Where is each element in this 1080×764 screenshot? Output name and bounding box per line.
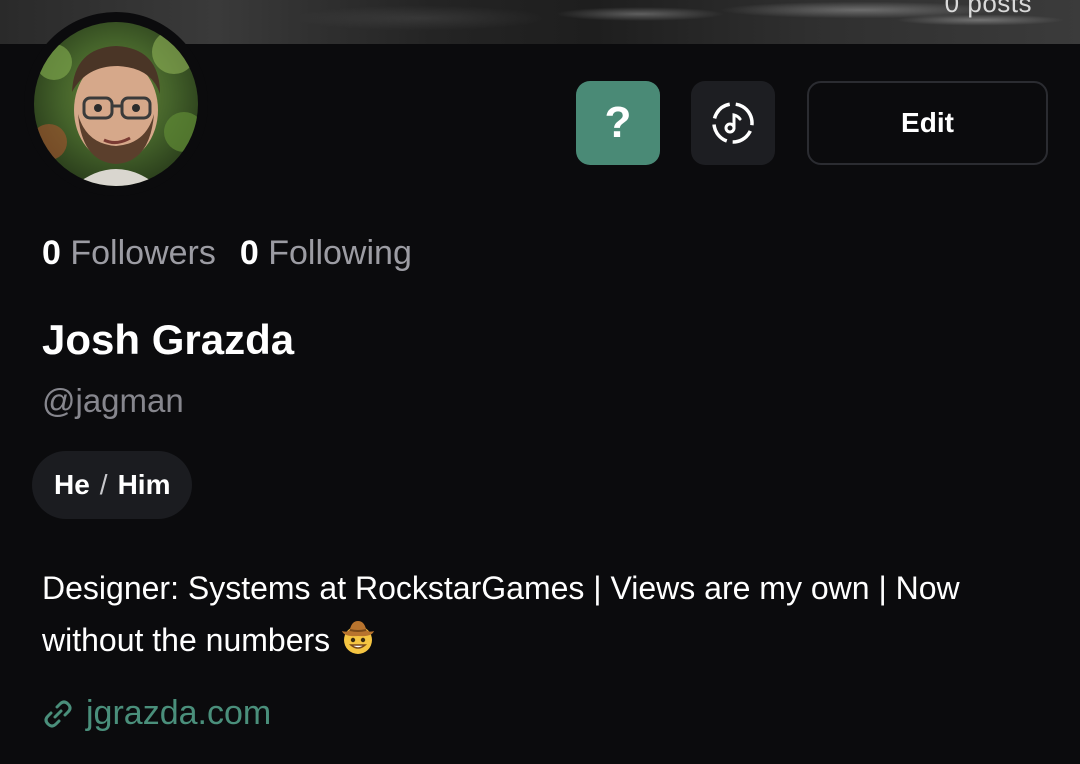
user-handle: @jagman (42, 382, 184, 419)
website-link[interactable]: jgrazda.com (42, 694, 271, 733)
pronoun-subject: He (54, 469, 90, 500)
follow-stats: 0 Followers 0 Following (42, 234, 412, 273)
display-name: Josh Grazda (42, 316, 295, 363)
avatar-photo (34, 22, 198, 186)
followers-link[interactable]: 0 Followers (42, 234, 216, 273)
question-mark-icon: ? (604, 98, 632, 147)
edit-button-label: Edit (901, 107, 954, 138)
pronouns-chip: He / Him (32, 451, 193, 519)
help-button[interactable]: ? (576, 81, 660, 165)
followers-label: Followers (70, 234, 216, 272)
following-count: 0 (239, 234, 259, 272)
profile-page: 0 posts ? Edit 0 Followers 0 Following J… (0, 0, 1080, 764)
pronoun-object: Him (117, 469, 171, 500)
avatar[interactable] (24, 12, 208, 196)
website-url: jgrazda.com (86, 694, 272, 732)
profile-bio: Designer: Systems at RockstarGames | Vie… (42, 562, 1052, 672)
edit-profile-button[interactable]: Edit (807, 81, 1048, 165)
link-icon (44, 700, 72, 727)
bio-text: Designer: Systems at RockstarGames | Vie… (42, 570, 960, 658)
pronoun-separator: / (99, 469, 108, 500)
music-button[interactable] (691, 81, 775, 165)
followers-count: 0 (42, 234, 61, 272)
music-disc-icon (712, 102, 754, 144)
cowboy-face-emoji (338, 617, 378, 672)
posts-count: 0 posts (944, 0, 1032, 18)
following-link[interactable]: 0 Following (240, 234, 412, 273)
following-label: Following (268, 234, 412, 272)
